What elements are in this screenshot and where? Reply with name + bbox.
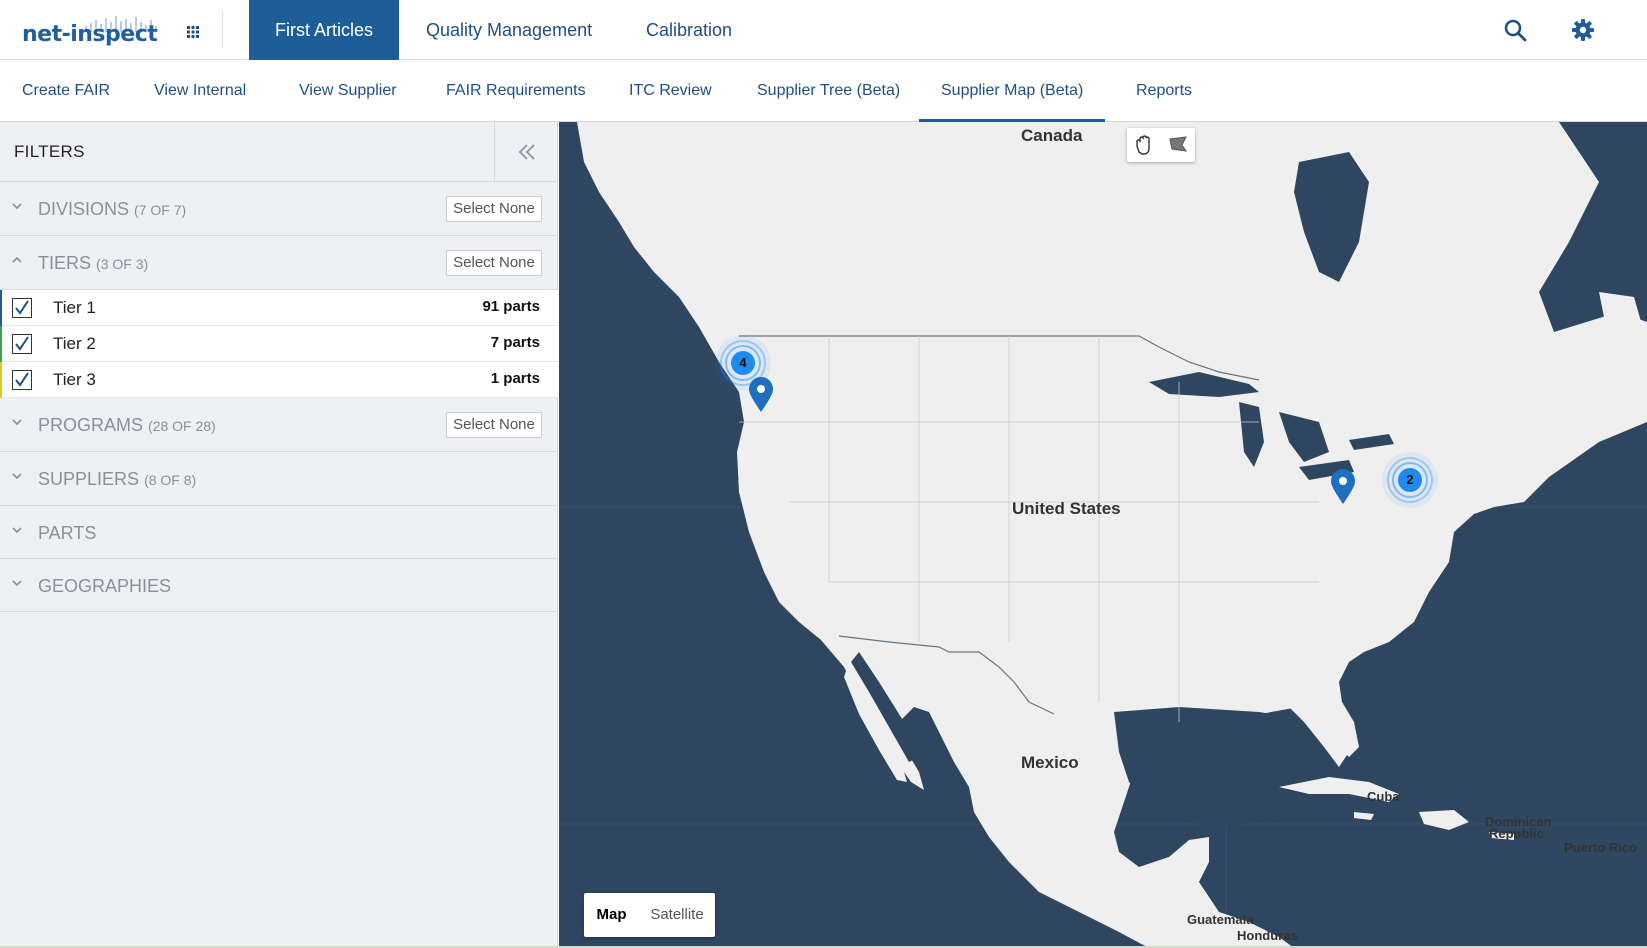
section-tiers[interactable]: TIERS (3 OF 3) Select None	[0, 236, 558, 290]
section-programs[interactable]: PROGRAMS (28 OF 28) Select None	[0, 398, 558, 452]
tier-name: Tier 3	[53, 370, 96, 389]
header-divider	[222, 12, 223, 48]
subtab-itc-review[interactable]: ITC Review	[607, 60, 734, 122]
subtab-reports[interactable]: Reports	[1114, 60, 1214, 122]
map-label-canada: Canada	[1021, 126, 1083, 145]
map-label-mexico: Mexico	[1021, 753, 1079, 772]
subtab-view-internal[interactable]: View Internal	[132, 60, 268, 122]
chevron-down-icon	[12, 527, 22, 534]
programs-select-none-button[interactable]: Select None	[446, 412, 542, 438]
tier-color-accent	[0, 326, 2, 362]
filters-title: FILTERS	[14, 142, 85, 161]
tab-first-articles[interactable]: First Articles	[249, 0, 400, 60]
section-title: DIVISIONS (7 OF 7)	[38, 199, 186, 220]
tier-parts-count: 1 parts	[490, 370, 540, 387]
tier-color-accent	[0, 290, 2, 326]
section-count: (3 OF 3)	[96, 256, 149, 272]
checkmark-icon	[15, 336, 29, 351]
section-parts[interactable]: PARTS	[0, 506, 558, 559]
section-title-text: DIVISIONS	[38, 199, 130, 219]
tier-3-checkbox[interactable]	[12, 370, 32, 390]
search-icon[interactable]	[1503, 18, 1527, 42]
subtab-view-supplier[interactable]: View Supplier	[277, 60, 419, 122]
pan-hand-icon[interactable]	[1127, 128, 1161, 162]
map-type-satellite-button[interactable]: Satellite	[639, 893, 715, 937]
section-title: PARTS	[38, 523, 96, 544]
tab-calibration[interactable]: Calibration	[620, 0, 758, 60]
chevron-down-icon	[12, 580, 22, 587]
tier-row[interactable]: Tier 3 1 parts	[0, 362, 558, 398]
logo-text: net-inspect	[22, 22, 158, 47]
section-title-text: PROGRAMS	[38, 415, 144, 435]
gear-icon[interactable]	[1571, 18, 1595, 42]
map-label-guatemala: Guatemala	[1187, 912, 1254, 927]
filters-sidebar: FILTERS DIVISIONS (7 OF 7) Select None T…	[0, 122, 558, 948]
section-title-text: SUPPLIERS	[38, 469, 140, 489]
section-title: GEOGRAPHIES	[38, 576, 171, 597]
net-inspect-logo[interactable]: net-inspect	[22, 14, 167, 47]
checkmark-icon	[15, 300, 29, 315]
map-label-honduras: Honduras	[1237, 928, 1298, 943]
supplier-cluster-marker[interactable]: 2	[1380, 450, 1440, 510]
map-label-united-states: United States	[1012, 499, 1121, 518]
chevron-up-icon	[12, 256, 22, 263]
section-title: SUPPLIERS (8 OF 8)	[38, 469, 196, 490]
divisions-select-none-button[interactable]: Select None	[446, 196, 542, 222]
section-geographies[interactable]: GEOGRAPHIES	[0, 559, 558, 612]
chevron-down-icon	[12, 419, 22, 426]
map-type-control: Map Satellite	[584, 893, 715, 937]
apps-grid-icon[interactable]	[186, 25, 200, 39]
section-count: (8 OF 8)	[144, 472, 197, 488]
map-label-puerto-rico: Puerto Rico	[1564, 840, 1637, 855]
section-count: (7 OF 7)	[134, 202, 187, 218]
tier-row[interactable]: Tier 2 7 parts	[0, 326, 558, 362]
map-label-cuba: Cuba	[1367, 789, 1400, 804]
chevron-down-icon	[12, 473, 22, 480]
section-title-text: PARTS	[38, 523, 97, 543]
section-title-text: TIERS	[38, 253, 92, 273]
tier-2-checkbox[interactable]	[12, 334, 32, 354]
section-title: PROGRAMS (28 OF 28)	[38, 415, 216, 436]
map-base-layer	[559, 122, 1647, 948]
tier-parts-count: 91 parts	[482, 298, 540, 315]
caribbean-islands	[1279, 777, 1514, 840]
supplier-location-pin[interactable]	[1329, 468, 1357, 506]
subtab-supplier-tree[interactable]: Supplier Tree (Beta)	[735, 60, 922, 122]
tier-1-checkbox[interactable]	[12, 298, 32, 318]
tab-quality-management[interactable]: Quality Management	[400, 0, 618, 60]
tier-name: Tier 1	[53, 298, 96, 317]
collapse-sidebar-button[interactable]	[494, 122, 558, 182]
tiers-select-none-button[interactable]: Select None	[446, 250, 542, 276]
tier-color-accent	[0, 362, 2, 398]
subtab-create-fair[interactable]: Create FAIR	[0, 60, 132, 122]
supplier-location-pin[interactable]	[747, 376, 775, 414]
chevron-down-icon	[12, 203, 22, 210]
map-label-dominican-republic-2: Republic	[1489, 826, 1544, 841]
cluster-count: 2	[1406, 472, 1414, 487]
map-type-map-button[interactable]: Map	[584, 893, 639, 937]
sub-navigation-bar: Create FAIR View Internal View Supplier …	[0, 60, 1647, 122]
tier-parts-count: 7 parts	[490, 334, 540, 351]
subtab-fair-requirements[interactable]: FAIR Requirements	[424, 60, 608, 122]
section-suppliers[interactable]: SUPPLIERS (8 OF 8)	[0, 452, 558, 506]
draw-shape-icon[interactable]	[1161, 128, 1195, 162]
gulf-of-mexico	[1114, 707, 1329, 827]
tier-name: Tier 2	[53, 334, 96, 353]
double-chevron-left-icon	[518, 144, 535, 160]
checkmark-icon	[15, 372, 29, 387]
map-drawing-toolbar	[1127, 128, 1195, 162]
tier-row[interactable]: Tier 1 91 parts	[0, 290, 558, 326]
supplier-map[interactable]: Canada United States Mexico Cuba Dominic…	[559, 122, 1647, 948]
section-count: (28 OF 28)	[148, 418, 216, 434]
top-navigation-bar: net-inspect First Articles Quality Manag…	[0, 0, 1647, 60]
section-divisions[interactable]: DIVISIONS (7 OF 7) Select None	[0, 182, 558, 236]
section-title: TIERS (3 OF 3)	[38, 253, 148, 274]
filters-header: FILTERS	[0, 122, 558, 182]
section-title-text: GEOGRAPHIES	[38, 576, 172, 596]
subtab-supplier-map[interactable]: Supplier Map (Beta)	[919, 60, 1106, 122]
